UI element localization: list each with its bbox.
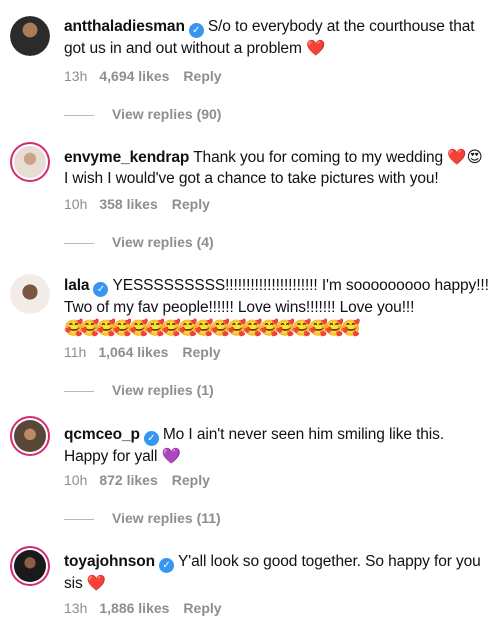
avatar[interactable] bbox=[10, 142, 50, 182]
comment-text: toyajohnson ✓ Y'all look so good together.… bbox=[64, 551, 490, 594]
view-replies-button[interactable]: View replies (4) bbox=[64, 234, 214, 250]
verified-badge-icon: ✓ bbox=[159, 558, 175, 573]
emoji-row: 🥰🥰🥰🥰🥰🥰🥰🥰🥰🥰🥰🥰🥰🥰🥰🥰🥰🥰 bbox=[64, 320, 360, 337]
divider bbox=[64, 390, 94, 392]
comment-time: 13h bbox=[64, 68, 88, 84]
comment-username[interactable]: qcmceo_p bbox=[64, 426, 140, 443]
verified-badge-icon: ✓ bbox=[143, 431, 159, 446]
view-replies-label: View replies (90) bbox=[112, 106, 222, 122]
reply-button[interactable]: Reply bbox=[182, 344, 220, 360]
comment-body: Thank you for coming to my wedding bbox=[193, 149, 444, 166]
comment-time: 10h bbox=[64, 472, 88, 488]
comment-text: lala ✓ YESSSSSSSSS!!!!!!!!!!!!!!!!!!!!!! I… bbox=[64, 275, 490, 339]
comments-list: antthaladiesman ✓ S/o to everybody at the … bbox=[0, 0, 500, 628]
view-replies-label: View replies (11) bbox=[112, 510, 221, 526]
verified-badge-icon: ✓ bbox=[188, 23, 204, 38]
comment-meta: 11h 1,064 likes Reply bbox=[64, 344, 235, 360]
view-replies-button[interactable]: View replies (90) bbox=[64, 106, 221, 122]
avatar[interactable] bbox=[10, 416, 50, 456]
comment-body: YESSSSSSSSS!!!!!!!!!!!!!!!!!!!!!! I'm so… bbox=[64, 277, 489, 316]
divider bbox=[64, 114, 94, 116]
comment-text: envyme_kendrap Thank you for coming to m… bbox=[64, 147, 490, 189]
avatar[interactable] bbox=[10, 546, 50, 586]
heart-emoji: ❤️ bbox=[305, 40, 326, 57]
comment-time: 11h bbox=[64, 344, 87, 360]
comment-meta: 13h 1,886 likes Reply bbox=[64, 600, 236, 616]
comment-time: 10h bbox=[64, 196, 88, 212]
divider bbox=[64, 242, 94, 244]
view-replies-button[interactable]: View replies (1) bbox=[64, 382, 214, 398]
comment-text: antthaladiesman ✓ S/o to everybody at the … bbox=[64, 16, 490, 59]
view-replies-label: View replies (4) bbox=[112, 234, 214, 250]
like-count[interactable]: 1,886 likes bbox=[99, 600, 169, 616]
verified-badge-icon: ✓ bbox=[93, 282, 109, 297]
divider bbox=[64, 518, 94, 520]
comment-username[interactable]: lala bbox=[64, 277, 90, 294]
comment-username[interactable]: toyajohnson bbox=[64, 553, 155, 570]
comment-meta: 13h 4,694 likes Reply bbox=[64, 68, 236, 84]
comment-username[interactable]: antthaladiesman bbox=[64, 18, 185, 35]
comment-meta: 10h 358 likes Reply bbox=[64, 196, 224, 212]
avatar[interactable] bbox=[10, 274, 50, 314]
reply-button[interactable]: Reply bbox=[172, 196, 210, 212]
like-count[interactable]: 358 likes bbox=[99, 196, 157, 212]
heart-emoji: ❤️ bbox=[86, 575, 107, 592]
avatar[interactable] bbox=[10, 16, 50, 56]
purple-heart-emoji: 💜 bbox=[161, 448, 181, 465]
comment-body-line2: I wish I would've got a chance to take p… bbox=[64, 170, 439, 187]
comment-username[interactable]: envyme_kendrap bbox=[64, 149, 189, 166]
comment-meta: 10h 872 likes Reply bbox=[64, 472, 224, 488]
comment-time: 13h bbox=[64, 600, 88, 616]
reply-button[interactable]: Reply bbox=[172, 472, 210, 488]
like-count[interactable]: 1,064 likes bbox=[98, 344, 168, 360]
like-count[interactable]: 872 likes bbox=[99, 472, 157, 488]
view-replies-button[interactable]: View replies (11) bbox=[64, 510, 221, 526]
like-count[interactable]: 4,694 likes bbox=[99, 68, 169, 84]
emoji: ❤️😍 bbox=[447, 149, 483, 166]
comment-text: qcmceo_p ✓ Mo I ain't never seen him smili… bbox=[64, 424, 490, 467]
reply-button[interactable]: Reply bbox=[183, 68, 221, 84]
reply-button[interactable]: Reply bbox=[183, 600, 221, 616]
view-replies-label: View replies (1) bbox=[112, 382, 214, 398]
